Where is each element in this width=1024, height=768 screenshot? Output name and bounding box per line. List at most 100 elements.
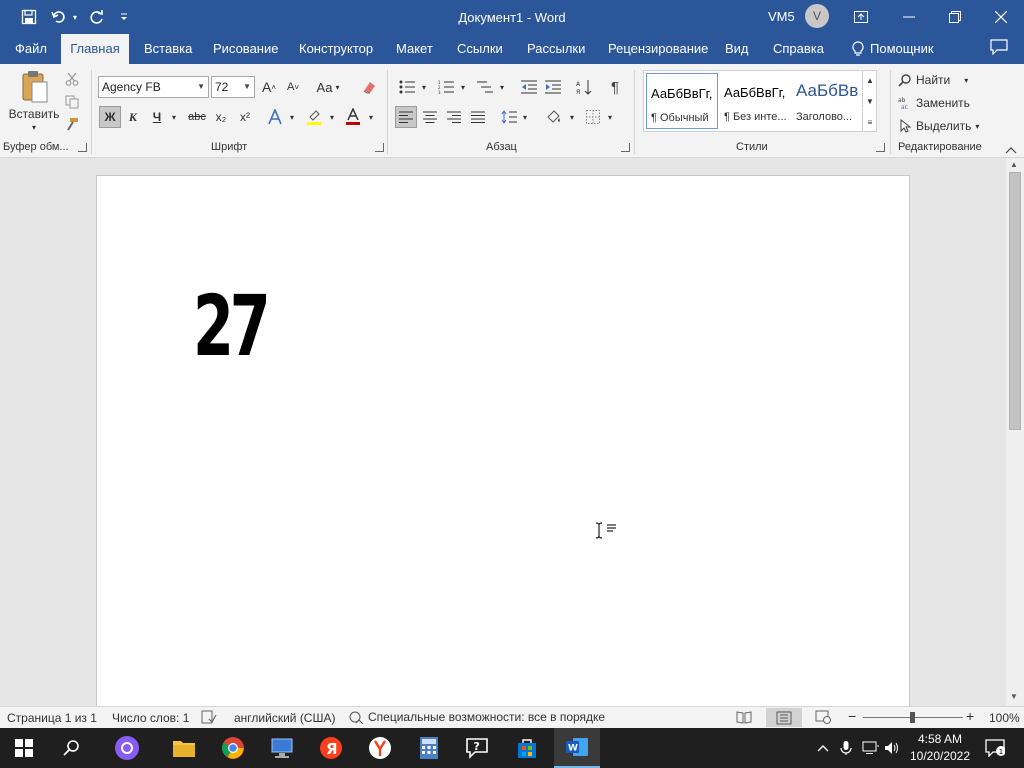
help-chat-icon[interactable]: ?	[462, 732, 494, 764]
highlight-dropdown-icon[interactable]: ▾	[326, 106, 338, 128]
align-center-icon[interactable]	[419, 106, 441, 128]
shrink-font-button[interactable]: A ˅	[283, 76, 303, 98]
clipboard-launcher-icon[interactable]	[78, 143, 87, 152]
increase-indent-icon[interactable]	[542, 76, 564, 98]
windows-start-icon[interactable]	[8, 732, 40, 764]
volume-icon[interactable]	[882, 732, 902, 764]
paste-dropdown-icon[interactable]: ▾	[28, 122, 40, 132]
file-explorer-icon[interactable]	[168, 732, 200, 764]
paste-icon[interactable]	[18, 68, 52, 106]
borders-dropdown-icon[interactable]: ▾	[604, 106, 616, 128]
highlight-icon[interactable]	[303, 106, 325, 128]
page-count[interactable]: Страница 1 из 1	[7, 711, 97, 725]
document-page[interactable]: 27	[96, 175, 910, 715]
store-icon[interactable]	[511, 732, 543, 764]
tab-file[interactable]: Файл	[9, 34, 53, 64]
copy-icon[interactable]	[62, 92, 82, 112]
tab-design[interactable]: Конструктор	[293, 34, 379, 64]
style-no-spacing[interactable]: АаБбВвГг, ¶ Без инте...	[720, 73, 792, 129]
grow-font-button[interactable]: A ˄	[259, 76, 279, 98]
zoom-level[interactable]: 100%	[989, 711, 1020, 725]
align-left-icon[interactable]	[395, 106, 417, 128]
cut-icon[interactable]	[62, 69, 82, 89]
show-hidden-icons-icon[interactable]	[814, 732, 832, 764]
styles-more-icon[interactable]: ≡	[862, 112, 877, 132]
text-effects-icon[interactable]	[265, 106, 285, 128]
zoom-out-icon[interactable]: −	[848, 708, 856, 724]
tab-insert[interactable]: Вставка	[138, 34, 198, 64]
font-family-select[interactable]: Agency FB ▼	[98, 76, 209, 98]
styles-scroll-down-icon[interactable]: ▼	[862, 91, 877, 111]
tab-view[interactable]: Вид	[719, 34, 755, 64]
yandex-browser-icon[interactable]: Я	[315, 732, 347, 764]
yandex-icon[interactable]	[364, 732, 396, 764]
styles-scroll-up-icon[interactable]: ▲	[862, 70, 877, 90]
comments-icon[interactable]	[984, 39, 1014, 59]
decrease-indent-icon[interactable]	[518, 76, 540, 98]
scroll-down-icon[interactable]: ▼	[1010, 692, 1018, 701]
web-layout-icon[interactable]	[815, 710, 831, 727]
print-layout-icon[interactable]	[766, 708, 802, 727]
align-right-icon[interactable]	[443, 106, 465, 128]
shading-dropdown-icon[interactable]: ▾	[566, 106, 578, 128]
zoom-slider-thumb[interactable]	[910, 712, 915, 723]
borders-icon[interactable]	[582, 106, 604, 128]
clear-formatting-icon[interactable]	[358, 76, 380, 98]
minimize-button[interactable]	[886, 0, 932, 34]
change-case-button[interactable]: Aa ▾	[311, 76, 345, 98]
bold-button[interactable]: Ж	[99, 106, 121, 128]
paragraph-launcher-icon[interactable]	[621, 143, 630, 152]
chrome-icon[interactable]	[217, 732, 249, 764]
word-count[interactable]: Число слов: 1	[112, 711, 189, 725]
show-formatting-icon[interactable]: ¶	[604, 76, 626, 98]
multilevel-list-icon[interactable]	[474, 76, 496, 98]
collapse-ribbon-icon[interactable]	[1004, 144, 1018, 156]
shading-icon[interactable]	[543, 106, 565, 128]
font-color-icon[interactable]	[342, 106, 364, 128]
calculator-icon[interactable]	[413, 732, 445, 764]
zoom-in-icon[interactable]: +	[966, 708, 974, 724]
replace-button[interactable]: ab ac Заменить	[898, 93, 980, 113]
find-button[interactable]: Найти ▾	[898, 70, 980, 90]
font-color-dropdown-icon[interactable]: ▾	[365, 106, 377, 128]
microphone-icon[interactable]	[836, 732, 856, 764]
select-button[interactable]: Выделить ▾	[898, 116, 988, 136]
line-spacing-icon[interactable]	[498, 106, 520, 128]
language[interactable]: английский (США)	[234, 711, 335, 725]
notifications-icon[interactable]: 1	[982, 732, 1008, 764]
style-heading[interactable]: АаБбВв Заголово...	[792, 73, 864, 129]
tab-help[interactable]: Справка	[767, 34, 830, 64]
read-mode-icon[interactable]	[736, 710, 752, 727]
vertical-scrollbar[interactable]: ▲ ▼	[1006, 158, 1024, 706]
text-effects-dropdown-icon[interactable]: ▾	[286, 106, 298, 128]
subscript-button[interactable]: x₂	[211, 106, 231, 128]
tab-draw[interactable]: Рисование	[207, 34, 284, 64]
avatar[interactable]: V	[805, 4, 829, 28]
font-size-select[interactable]: 72 ▼	[211, 76, 255, 98]
scrollbar-thumb[interactable]	[1009, 172, 1021, 430]
sort-icon[interactable]: AЯ	[573, 76, 595, 98]
line-spacing-dropdown-icon[interactable]: ▾	[519, 106, 531, 128]
tab-tell-me[interactable]: Помощник	[846, 34, 940, 64]
style-normal[interactable]: АаБбВвГг, ¶ Обычный	[646, 73, 718, 129]
numbering-dropdown-icon[interactable]: ▾	[457, 76, 469, 98]
network-icon[interactable]	[860, 732, 882, 764]
ribbon-display-options-icon[interactable]	[838, 0, 884, 34]
superscript-button[interactable]: x²	[235, 106, 255, 128]
bullets-dropdown-icon[interactable]: ▾	[418, 76, 430, 98]
document-text[interactable]: 27	[193, 284, 271, 368]
accessibility-status[interactable]: Специальные возможности: все в порядке	[348, 710, 605, 724]
paste-button-label[interactable]: Вставить	[6, 106, 62, 122]
alice-assistant-icon[interactable]	[111, 732, 143, 764]
restore-button[interactable]	[932, 0, 978, 34]
remote-desktop-icon[interactable]	[266, 732, 298, 764]
tab-layout[interactable]: Макет	[390, 34, 439, 64]
tab-references[interactable]: Ссылки	[451, 34, 509, 64]
tab-home[interactable]: Главная	[61, 34, 129, 64]
word-taskbar-icon[interactable]: W	[554, 728, 600, 768]
underline-button[interactable]: Ч	[147, 106, 167, 128]
italic-button[interactable]: К	[123, 106, 143, 128]
tab-review[interactable]: Рецензирование	[602, 34, 714, 64]
font-launcher-icon[interactable]	[375, 143, 384, 152]
search-icon[interactable]	[56, 732, 88, 764]
